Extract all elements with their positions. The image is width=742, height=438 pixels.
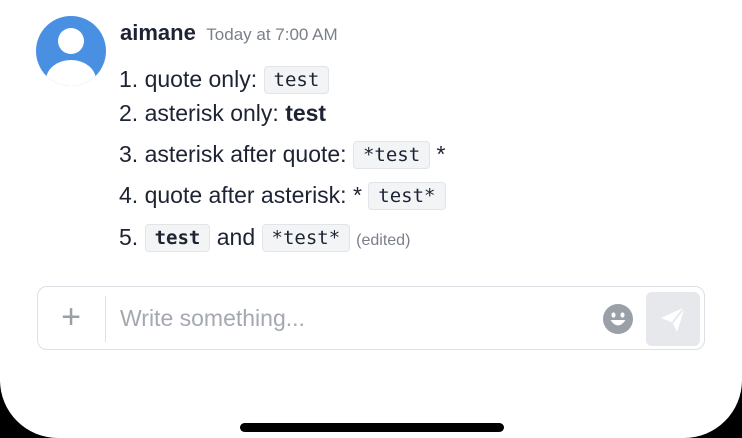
message-line-1: 1. quote only: test [119, 64, 330, 94]
inline-code: test* [368, 182, 446, 210]
line-4-text: 4. quote after asterisk: * [119, 182, 369, 208]
message-composer: + [37, 286, 705, 350]
avatar-body [46, 60, 96, 86]
message-line-4: 4. quote after asterisk: * test* [119, 180, 446, 210]
message-line-2: 2. asterisk only: test [119, 98, 326, 128]
line-2-text: 2. asterisk only: [119, 100, 286, 126]
message-input[interactable] [120, 298, 590, 338]
inline-code-bold: test [144, 224, 211, 252]
inline-code: test [263, 66, 330, 94]
bold-text: test [285, 100, 327, 126]
message-header: aimane Today at 7:00 AM [120, 20, 338, 50]
home-indicator [240, 423, 504, 432]
chat-screen: aimane Today at 7:00 AM 1. quote only: t… [0, 0, 742, 438]
user-avatar-icon[interactable] [36, 16, 106, 86]
avatar-head [58, 28, 84, 54]
plus-icon[interactable]: + [48, 295, 94, 341]
send-button[interactable] [646, 292, 700, 346]
edited-label: (edited) [356, 232, 411, 249]
author-name[interactable]: aimane [120, 20, 196, 45]
line-5-middle: and [210, 224, 262, 250]
message-timestamp[interactable]: Today at 7:00 AM [206, 25, 337, 44]
inline-code: *test [352, 141, 431, 169]
emoji-smile-icon[interactable] [603, 304, 633, 334]
composer-divider [105, 296, 106, 342]
line-1-text: 1. quote only: [119, 66, 264, 92]
inline-code: *test* [261, 224, 351, 252]
message-line-5: 5. test and *test* (edited) [119, 222, 410, 256]
line-3-text: 3. asterisk after quote: [119, 141, 353, 167]
line-5-text: 5. [119, 224, 145, 250]
paper-plane-icon [661, 306, 686, 332]
line-3-suffix: * [430, 141, 446, 167]
message-line-3: 3. asterisk after quote: *test * [119, 139, 446, 169]
